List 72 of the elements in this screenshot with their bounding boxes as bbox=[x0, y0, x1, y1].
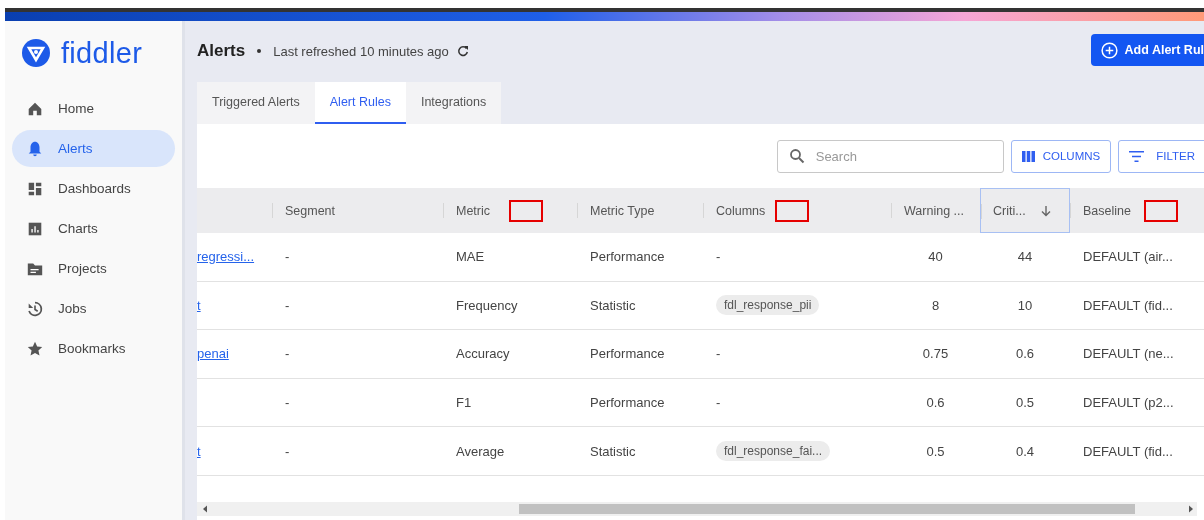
rule-link[interactable]: t bbox=[197, 443, 201, 459]
table-cell: 0.75 bbox=[922, 346, 949, 362]
table-cell: Statistic bbox=[590, 297, 636, 313]
rule-link[interactable]: penai bbox=[197, 346, 229, 362]
column-tag: fdl_response_pii bbox=[716, 295, 820, 316]
table-cell: 10 bbox=[1017, 297, 1033, 313]
brand-name: fiddler bbox=[61, 36, 143, 70]
table-cell: - bbox=[285, 395, 290, 411]
filter-icon bbox=[1129, 150, 1145, 162]
rule-link[interactable]: t bbox=[197, 297, 201, 313]
table-cell: 8 bbox=[931, 297, 940, 313]
column-header[interactable]: Criti... bbox=[993, 203, 1026, 218]
column-header[interactable]: Metric Type bbox=[590, 203, 655, 218]
page-title: Alerts bbox=[197, 41, 246, 61]
table-cell: - bbox=[716, 346, 721, 362]
search-field[interactable]: Search bbox=[776, 139, 1004, 173]
table-cell: 0.6 bbox=[926, 395, 945, 411]
table-cell: Statistic bbox=[590, 443, 636, 459]
column-header[interactable]: Metric bbox=[456, 203, 491, 218]
bell-icon bbox=[26, 139, 44, 158]
table-cell: 0.5 bbox=[1015, 395, 1035, 411]
table-cell: Frequency bbox=[456, 297, 518, 313]
table-cell: - bbox=[716, 249, 721, 265]
table-cell: 0.4 bbox=[1015, 443, 1035, 459]
column-header[interactable]: Columns bbox=[716, 203, 766, 218]
sidebar-item[interactable]: Alerts bbox=[12, 130, 175, 167]
sidebar-item[interactable]: Projects bbox=[12, 250, 175, 287]
table-cell: - bbox=[716, 395, 721, 411]
table-cell: DEFAULT (fid... bbox=[1083, 443, 1173, 459]
rule-link[interactable]: regressi... bbox=[197, 249, 255, 265]
sidebar-item[interactable]: Charts bbox=[12, 210, 175, 247]
table-cell: Average bbox=[456, 443, 505, 459]
column-header[interactable]: Segment bbox=[285, 203, 336, 218]
filter-button[interactable]: FILTER bbox=[1118, 139, 1204, 173]
refresh-icon[interactable] bbox=[456, 45, 469, 57]
search-icon bbox=[788, 147, 805, 164]
last-refreshed: Last refreshed 10 minutes ago bbox=[273, 43, 449, 59]
columns-button[interactable]: COLUMNS bbox=[1010, 139, 1112, 173]
table-cell: Accuracy bbox=[456, 346, 510, 362]
table-cell: 0.6 bbox=[1015, 346, 1035, 362]
tab[interactable]: Triggered Alerts bbox=[197, 82, 315, 124]
sidebar-item[interactable]: Home bbox=[12, 90, 175, 127]
add-alert-rule-button[interactable]: Add Alert Rul bbox=[1090, 34, 1204, 66]
sort-arrow-icon[interactable] bbox=[1039, 204, 1052, 217]
columns-icon bbox=[1021, 150, 1035, 162]
table-cell: 0.5 bbox=[926, 443, 945, 459]
sidebar-item[interactable]: Dashboards bbox=[12, 170, 175, 207]
table-cell: Performance bbox=[590, 346, 665, 362]
table-cell: DEFAULT (air... bbox=[1083, 249, 1173, 265]
tab[interactable]: Alert Rules bbox=[314, 82, 406, 124]
history-icon bbox=[26, 299, 44, 318]
table-cell: - bbox=[285, 249, 290, 265]
table-cell: 44 bbox=[1017, 249, 1033, 265]
table-cell: - bbox=[285, 346, 290, 362]
table-cell: - bbox=[285, 443, 290, 459]
table-cell: MAE bbox=[456, 249, 485, 265]
table-cell: Performance bbox=[590, 395, 665, 411]
plus-circle-icon bbox=[1100, 41, 1118, 59]
sidebar-item[interactable]: Jobs bbox=[12, 290, 175, 327]
table-cell: Performance bbox=[590, 249, 665, 265]
table-cell: DEFAULT (p2... bbox=[1083, 395, 1174, 411]
sidebar-item[interactable]: Bookmarks bbox=[12, 330, 175, 367]
column-header[interactable]: Baseline bbox=[1083, 203, 1131, 218]
logo-icon bbox=[21, 38, 51, 68]
column-tag: fdl_response_fai... bbox=[716, 441, 831, 462]
column-header[interactable]: Warning ... bbox=[904, 203, 964, 218]
table-cell: 40 bbox=[928, 249, 943, 265]
table-cell: F1 bbox=[456, 395, 472, 411]
tab[interactable]: Integrations bbox=[405, 82, 502, 124]
table-cell: - bbox=[285, 297, 290, 313]
table-cell: DEFAULT (ne... bbox=[1083, 346, 1174, 362]
table-cell: DEFAULT (fid... bbox=[1083, 297, 1173, 313]
